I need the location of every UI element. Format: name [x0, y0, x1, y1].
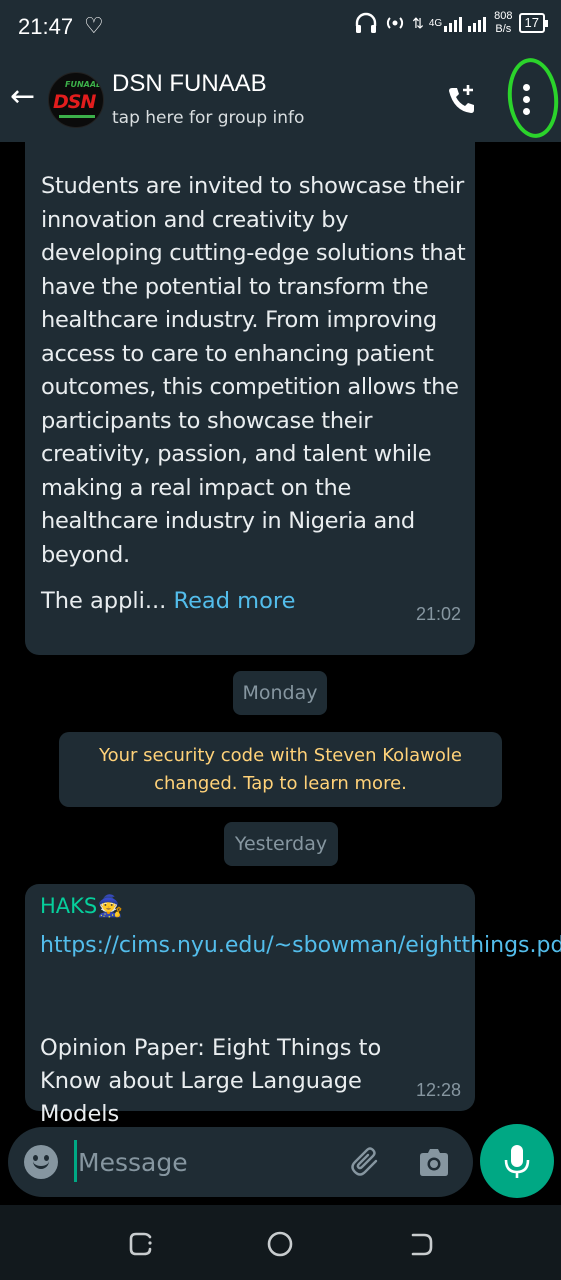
more-options-button[interactable] [510, 60, 561, 142]
truncated-text: The appli... [41, 588, 167, 614]
status-bar: 21:47 ♡ ⇅ 4G 808 B/s 17 [0, 0, 561, 56]
hotspot-icon [387, 17, 404, 29]
avatar-top-text: FUNAAB [65, 80, 103, 89]
recents-icon[interactable] [124, 1227, 158, 1261]
add-call-icon[interactable] [444, 82, 480, 118]
message-composer[interactable] [8, 1127, 473, 1197]
date-chip: Yesterday [224, 822, 338, 866]
date-chip: Monday [233, 671, 327, 715]
message-time: 12:28 [415, 1080, 461, 1100]
group-info-subtitle[interactable]: tap here for group info [112, 108, 304, 128]
network-speed: 808 B/s [494, 10, 513, 35]
link-text[interactable]: https://cims.nyu.edu/~sbowman/eightthing… [40, 933, 561, 958]
back-arrow-icon[interactable]: ← [10, 82, 35, 112]
data-transfer-icon: ⇅ [412, 14, 424, 31]
message-text: Students are invited to showcase their i… [41, 173, 466, 568]
status-icons: ⇅ 4G 808 B/s 17 [354, 10, 549, 36]
attach-icon[interactable] [348, 1144, 384, 1180]
link-title: Opinion Paper: Eight Things to Know abou… [40, 1035, 382, 1127]
message-bubble[interactable]: Students are invited to showcase their i… [25, 142, 475, 655]
message-input[interactable] [78, 1141, 328, 1183]
message-link[interactable]: https://cims.nyu.edu/~sbowman/eightthing… [40, 928, 561, 964]
security-code-notice[interactable]: Your security code with Steven Kolawole … [59, 732, 502, 807]
network-type: 4G [428, 17, 443, 29]
headphones-icon [355, 12, 377, 33]
signal-icon [444, 17, 487, 32]
read-more-link[interactable]: Read more [173, 588, 295, 614]
text-cursor [74, 1140, 77, 1182]
mic-button[interactable] [480, 1124, 554, 1198]
home-icon[interactable] [263, 1227, 297, 1261]
chat-area[interactable]: Students are invited to showcase their i… [0, 142, 561, 1127]
heart-icon: ♡ [84, 14, 104, 39]
avatar[interactable]: FUNAAB DSN [48, 72, 104, 128]
chat-header[interactable]: ← FUNAAB DSN DSN FUNAAB tap here for gro… [0, 55, 561, 142]
status-time: 21:47 [18, 14, 74, 39]
group-name[interactable]: DSN FUNAAB [112, 70, 267, 98]
mic-icon [504, 1145, 530, 1178]
avatar-underline [59, 115, 95, 118]
emoji-icon[interactable] [24, 1145, 58, 1179]
camera-icon[interactable] [416, 1145, 452, 1181]
message-truncated: The appli... Read more [41, 588, 295, 614]
system-nav-bar [0, 1205, 561, 1280]
message-time: 21:02 [415, 604, 461, 624]
sender-name[interactable]: HAKS🧙 [40, 894, 123, 919]
battery-icon: 17 [518, 13, 549, 33]
more-vert-icon[interactable] [523, 84, 531, 120]
avatar-logo-text: DSN [53, 91, 96, 113]
back-nav-icon[interactable] [404, 1227, 438, 1261]
message-bubble[interactable]: HAKS🧙 https://cims.nyu.edu/~sbowman/eigh… [25, 884, 561, 1127]
